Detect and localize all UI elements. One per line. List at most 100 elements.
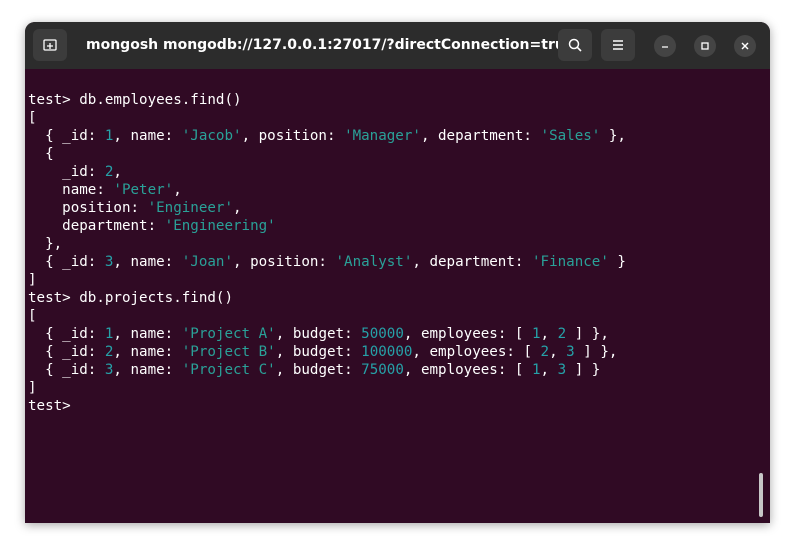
text-token: , name: [113,362,182,378]
terminal-line: test> db.projects.find() [28,289,770,307]
string-token: 'Project B' [181,344,276,360]
text-token: , name: [113,326,182,342]
number-token: 2 [557,326,567,342]
search-icon [568,38,582,52]
number-token: 1 [532,326,541,342]
scrollbar-thumb[interactable] [759,473,763,517]
text-token: { _id: [28,326,105,342]
text-token: , department: [412,254,532,270]
terminal-line: _id: 2, [28,163,770,181]
close-icon [741,42,749,50]
text-token: } [608,254,626,270]
string-token: 'Sales' [540,128,601,144]
terminal-line: [ [28,109,770,127]
string-token: 'Analyst' [335,254,413,270]
window-title: mongosh mongodb://127.0.0.1:27017/?direc… [86,37,591,53]
number-token: 3 [557,362,567,378]
terminal-line: ] [28,379,770,397]
text-token: , budget: [275,344,362,360]
text-token: , budget: [275,326,362,342]
terminal-line: name: 'Peter', [28,181,770,199]
text-token: test> db.employees.find() [28,92,242,108]
text-token: , employees: [ [412,344,541,360]
string-token: 'Peter' [113,182,174,198]
text-token: , [233,200,242,216]
terminal-line: { _id: 2 , name: 'Project B', budget: 100… [28,343,770,361]
number-token: 75000 [361,362,404,378]
text-token: , [540,326,558,342]
string-token: 'Manager' [344,128,421,144]
minimize-button[interactable] [654,35,676,57]
terminal-window: mongosh mongodb://127.0.0.1:27017/?direc… [25,22,770,523]
text-token: _id: [28,164,105,180]
text-token: , name: [113,344,182,360]
number-token: 50000 [361,326,404,342]
text-token: ] }, [566,326,609,342]
minimize-icon [662,46,668,48]
terminal-line: { _id: 3, name: 'Joan', position: 'Analy… [28,253,770,271]
text-token: , position: [241,128,345,144]
string-token: 'Joan' [181,254,234,270]
string-token: 'Project A' [181,326,276,342]
text-token: , [549,344,567,360]
text-token: { [28,146,54,162]
text-token: , position: [233,254,336,270]
text-token: }, [28,236,63,252]
terminal-line: { _id: 1, name: 'Jacob', position: 'Mana… [28,127,770,145]
terminal-line: test> [28,397,770,415]
text-token: ] }, [574,344,618,360]
string-token: 'Jacob' [181,128,242,144]
text-token: , department: [420,128,541,144]
maximize-icon [701,42,709,50]
new-tab-icon [43,39,57,51]
text-token: ] [28,272,37,288]
number-token: 2 [540,344,550,360]
text-token: , [113,164,122,180]
text-token: name: [28,182,114,198]
title-bar: mongosh mongodb://127.0.0.1:27017/?direc… [25,22,770,69]
terminal-line: }, [28,235,770,253]
text-token: test> db.projects.find() [28,290,233,306]
text-token: , employees: [ [403,326,532,342]
string-token: 'Finance' [531,254,609,270]
text-token: [ [28,110,37,126]
text-token: { _id: [28,128,105,144]
number-token: 1 [532,362,541,378]
text-token: position: [28,200,148,216]
text-token: test> [28,398,80,414]
text-token: , name: [113,254,182,270]
search-button[interactable] [558,29,592,61]
text-token: , [173,182,182,198]
text-token: ] } [566,362,601,378]
terminal-line: { [28,145,770,163]
text-token: , name: [113,128,182,144]
text-token: department: [28,218,165,234]
string-token: 'Project C' [181,362,276,378]
menu-button[interactable] [601,29,635,61]
maximize-button[interactable] [694,35,716,57]
terminal-line: { _id: 1 , name: 'Project A', budget: 500… [28,325,770,343]
close-button[interactable] [734,35,756,57]
terminal-line: { _id: 3 , name: 'Project C', budget: 750… [28,361,770,379]
string-token: 'Engineering' [164,218,276,234]
terminal-line: test> db.employees.find() [28,91,770,109]
text-token: { _id: [28,254,105,270]
text-token: { _id: [28,362,105,378]
terminal-output[interactable]: test> db.employees.find()[ { _id: 1, nam… [28,91,770,523]
string-token: 'Engineer' [147,200,234,216]
text-token: [ [28,308,37,324]
text-token: ] [28,380,37,396]
terminal-line: ] [28,271,770,289]
number-token: 3 [566,344,575,360]
text-token: }, [600,128,626,144]
terminal-line: position: 'Engineer', [28,199,770,217]
text-token: , employees: [ [403,362,532,378]
text-token: { _id: [28,344,105,360]
text-token: , budget: [275,362,362,378]
new-tab-button[interactable] [33,29,67,61]
number-token: 100000 [361,344,413,360]
terminal-line: department: 'Engineering' [28,217,770,235]
terminal-line: [ [28,307,770,325]
text-token: , [540,362,558,378]
hamburger-menu-icon [613,40,623,50]
